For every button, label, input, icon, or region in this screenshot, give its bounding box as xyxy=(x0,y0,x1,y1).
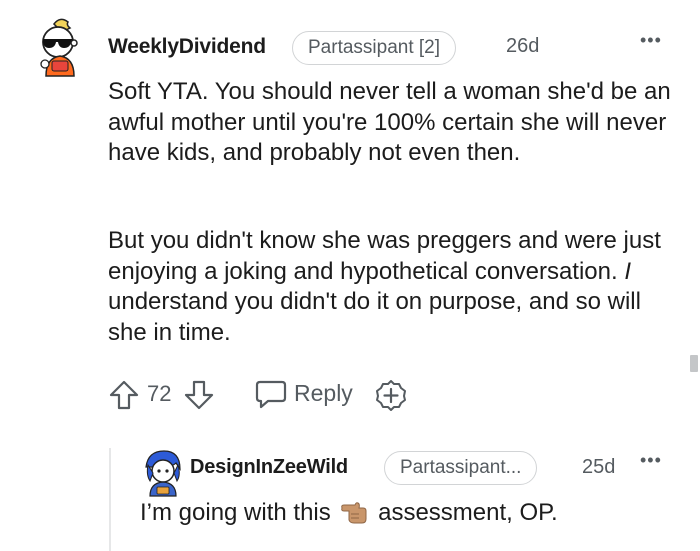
reply-text-after: assessment, OP. xyxy=(371,499,558,526)
paragraph-2-text-after: understand you didn't do it on purpose, … xyxy=(108,288,641,346)
point-left-emoji-icon xyxy=(339,496,369,526)
upvote-button[interactable] xyxy=(108,379,140,416)
reply-more-options-button[interactable]: ••• xyxy=(640,450,662,471)
vote-count: 72 xyxy=(147,381,172,406)
upvote-icon xyxy=(109,380,139,410)
downvote-icon xyxy=(184,380,214,410)
user-flair-badge: Partassipant [2] xyxy=(292,31,457,65)
comment-paragraph-2: But you didn't know she was preggers and… xyxy=(108,226,678,348)
reply-text-before: I’m going with this xyxy=(140,499,338,526)
award-icon xyxy=(376,380,406,411)
avatar[interactable] xyxy=(30,16,90,86)
comment-age: 26d xyxy=(506,35,540,57)
reply-icon xyxy=(255,380,287,409)
award-button[interactable] xyxy=(375,379,407,416)
reply-button-label[interactable]: Reply xyxy=(294,380,353,407)
reply-text: I’m going with this assessment, OP. xyxy=(140,496,558,528)
more-options-button[interactable]: ••• xyxy=(640,30,662,51)
scrollbar-thumb[interactable] xyxy=(690,355,698,372)
comment-paragraph-1: Soft YTA. You should never tell a woman … xyxy=(108,78,671,166)
comment-author[interactable]: WeeklyDividend xyxy=(108,35,266,59)
reply-author[interactable]: DesignInZeeWild xyxy=(190,456,348,479)
reply-button[interactable] xyxy=(254,378,288,415)
paragraph-2-text-before: But you didn't know she was preggers and… xyxy=(108,227,661,285)
paragraph-2-italic: I xyxy=(624,257,632,285)
more-icon: ••• xyxy=(640,450,662,470)
thread-line[interactable] xyxy=(109,448,111,551)
reply-avatar[interactable] xyxy=(140,447,184,497)
more-icon: ••• xyxy=(640,30,662,50)
reply-age: 25d xyxy=(582,456,616,478)
reply-flair-badge: Partassipant... xyxy=(384,451,538,485)
downvote-button[interactable] xyxy=(183,379,215,416)
